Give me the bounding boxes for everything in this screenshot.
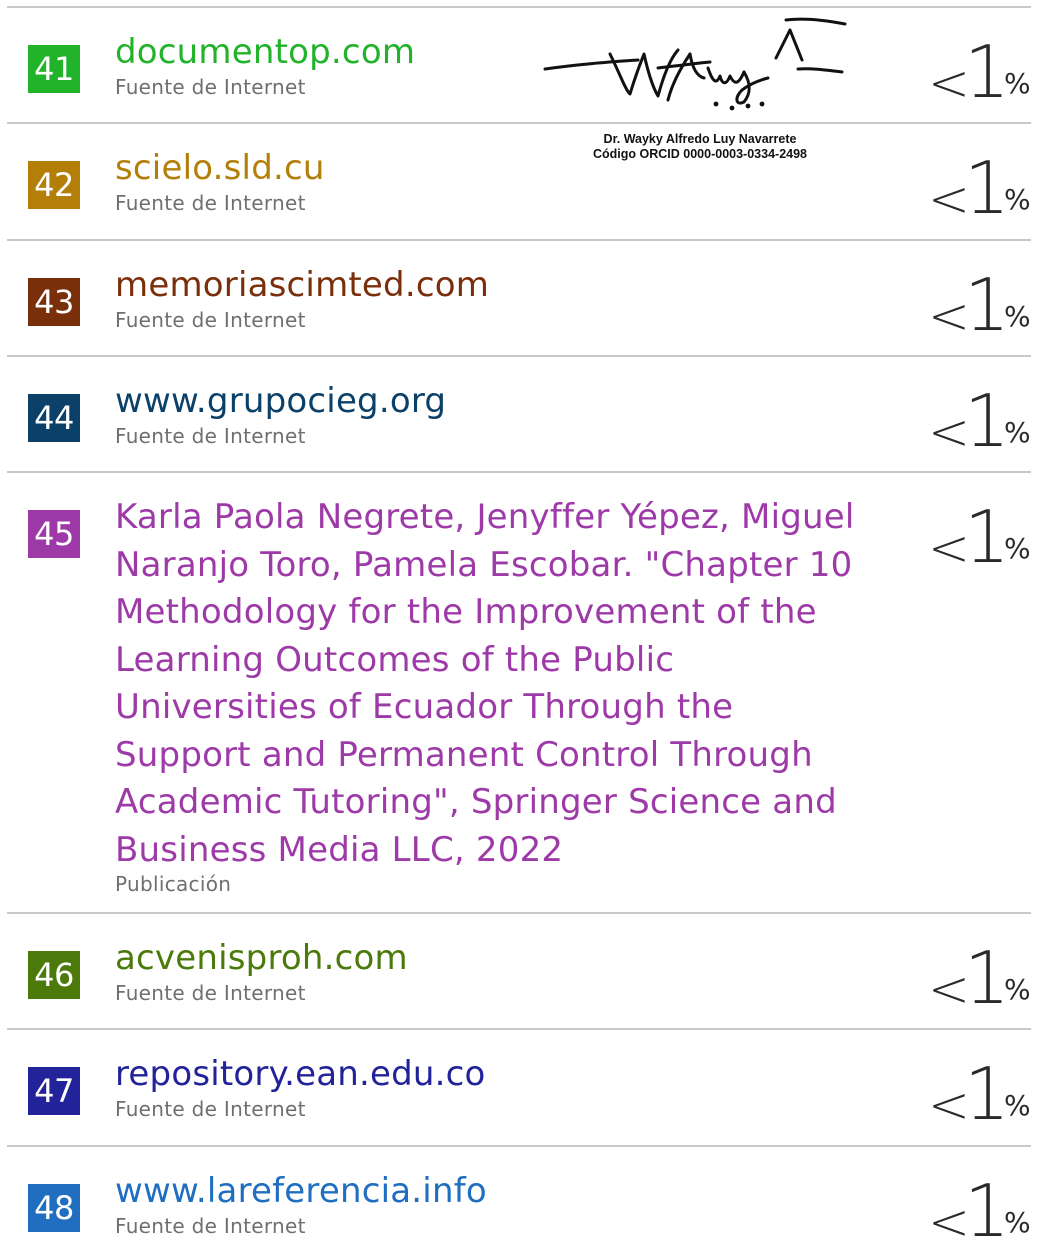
separator-rule <box>7 355 1031 357</box>
percent-value: 1 <box>964 495 1010 579</box>
percent-sign: % <box>1004 67 1031 100</box>
source-name[interactable]: repository.ean.edu.co <box>115 1054 486 1094</box>
source-number-badge: 43 <box>28 278 80 326</box>
separator-rule <box>7 239 1031 241</box>
source-number-badge: 45 <box>28 510 80 558</box>
source-type: Fuente de Internet <box>115 308 306 332</box>
percent-value: 1 <box>964 263 1010 347</box>
separator-rule <box>7 912 1031 914</box>
percent-sign: % <box>1004 1089 1031 1122</box>
source-percentage: < 1 % <box>928 942 1037 1022</box>
separator-rule <box>7 1145 1031 1147</box>
orcid-value: 0000-0003-0334-2498 <box>683 147 807 161</box>
percent-value: 1 <box>964 936 1010 1020</box>
percent-sign: % <box>1004 1206 1031 1239</box>
publication-citation[interactable]: Karla Paola Negrete, Jenyffer Yépez, Mig… <box>115 494 875 874</box>
source-number-badge: 47 <box>28 1067 80 1115</box>
source-type: Publicación <box>115 872 232 896</box>
source-name[interactable]: memoriascimted.com <box>115 265 489 305</box>
source-number-badge: 48 <box>28 1184 80 1232</box>
percent-sign: % <box>1004 416 1031 449</box>
source-type: Fuente de Internet <box>115 1214 306 1238</box>
percent-value: 1 <box>964 30 1010 114</box>
source-number-badge: 41 <box>28 45 80 93</box>
orcid-label: Código ORCID <box>593 147 680 161</box>
signer-name: Dr. Wayky Alfredo Luy Navarrete <box>603 132 797 146</box>
source-percentage: < 1 % <box>928 1058 1037 1138</box>
percent-value: 1 <box>964 1169 1010 1253</box>
percent-sign: % <box>1004 532 1031 565</box>
source-percentage: < 1 % <box>928 385 1037 465</box>
source-percentage: < 1 % <box>928 501 1037 581</box>
source-name[interactable]: www.lareferencia.info <box>115 1171 487 1211</box>
percent-value: 1 <box>964 146 1010 230</box>
source-type: Fuente de Internet <box>115 981 306 1005</box>
source-number-badge: 42 <box>28 161 80 209</box>
source-name[interactable]: scielo.sld.cu <box>115 148 325 188</box>
source-type: Fuente de Internet <box>115 1097 306 1121</box>
source-type: Fuente de Internet <box>115 191 306 215</box>
source-percentage: < 1 % <box>928 152 1037 232</box>
percent-value: 1 <box>964 1052 1010 1136</box>
percent-sign: % <box>1004 300 1031 333</box>
percent-value: 1 <box>964 379 1010 463</box>
source-name[interactable]: www.grupocieg.org <box>115 381 446 421</box>
separator-rule <box>7 471 1031 473</box>
source-name[interactable]: acvenisproh.com <box>115 938 408 978</box>
source-type: Fuente de Internet <box>115 424 306 448</box>
separator-rule <box>7 1028 1031 1030</box>
percent-sign: % <box>1004 973 1031 1006</box>
signer-orcid: Código ORCID 0000-0003-0334-2498 <box>555 147 845 161</box>
source-percentage: < 1 % <box>928 269 1037 349</box>
handwritten-signature <box>543 17 847 111</box>
source-number-badge: 44 <box>28 394 80 442</box>
source-percentage: < 1 % <box>928 1175 1037 1255</box>
source-number-badge: 46 <box>28 951 80 999</box>
separator-rule <box>7 6 1031 8</box>
source-name[interactable]: documentop.com <box>115 32 415 72</box>
percent-sign: % <box>1004 183 1031 216</box>
source-percentage: < 1 % <box>928 36 1037 116</box>
separator-rule <box>7 122 1031 124</box>
source-type: Fuente de Internet <box>115 75 306 99</box>
